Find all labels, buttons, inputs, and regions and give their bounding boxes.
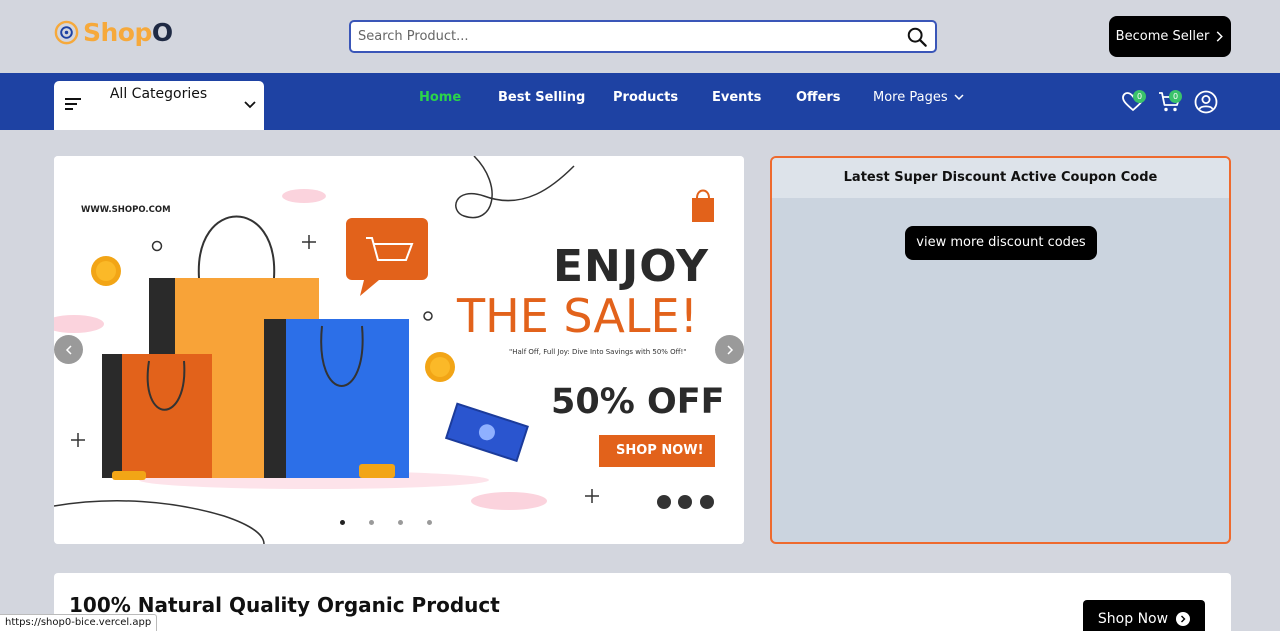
nav-link-products[interactable]: Products <box>613 90 678 105</box>
become-seller-button[interactable]: Become Seller <box>1109 16 1231 57</box>
coupon-panel: Latest Super Discount Active Coupon Code… <box>770 156 1231 544</box>
logo-icon <box>54 20 79 45</box>
slider-prev-button[interactable] <box>54 335 83 364</box>
status-bar-url: https://shop0-bice.vercel.app <box>0 614 158 631</box>
arrow-right-circle-icon <box>1176 612 1191 626</box>
coupon-panel-title: Latest Super Discount Active Coupon Code <box>772 158 1229 198</box>
slider-dot-1[interactable] <box>340 520 345 525</box>
hero-slider[interactable]: WWW.SHOPO.COM ENJOY THE SALE! "Half Off,… <box>54 156 744 544</box>
banner-shop-now-cta[interactable]: SHOP NOW! <box>616 443 704 458</box>
chevron-right-icon <box>1217 31 1224 42</box>
nav-link-home[interactable]: Home <box>419 90 461 105</box>
banner-headline-sale: THE SALE! <box>457 289 699 343</box>
banner-tagline: "Half Off, Full Joy: Dive Into Savings w… <box>509 348 687 356</box>
cart-count-badge: 0 <box>1169 90 1182 103</box>
chevron-left-icon <box>65 344 72 355</box>
nav-link-events[interactable]: Events <box>712 90 761 105</box>
nav-link-offers[interactable]: Offers <box>796 90 841 105</box>
user-profile-icon[interactable] <box>1194 90 1218 114</box>
search-icon[interactable] <box>906 26 928 48</box>
slider-dot-3[interactable] <box>398 520 403 525</box>
slider-dot-2[interactable] <box>369 520 374 525</box>
chevron-down-icon <box>244 101 256 109</box>
categories-dropdown[interactable]: All Categories <box>54 81 264 130</box>
search-bar <box>349 20 937 53</box>
logo[interactable]: ShopO <box>53 18 173 47</box>
slider-dots <box>340 520 432 525</box>
slider-dot-4[interactable] <box>427 520 432 525</box>
chevron-down-icon <box>954 94 964 101</box>
view-discount-codes-button[interactable]: view more discount codes <box>905 226 1097 260</box>
logo-text: ShopO <box>83 18 173 47</box>
chevron-right-icon <box>726 344 733 355</box>
slider-next-button[interactable] <box>715 335 744 364</box>
banner-offer-text: 50% OFF <box>551 382 725 422</box>
shop-now-label: Shop Now <box>1097 611 1169 627</box>
banner-site-text: WWW.SHOPO.COM <box>81 205 171 215</box>
banner-headline-enjoy: ENJOY <box>553 241 709 292</box>
nav-link-more-pages[interactable]: More Pages <box>873 90 964 105</box>
main-navbar: All Categories Home Best Selling Product… <box>0 73 1280 130</box>
more-pages-label: More Pages <box>873 90 948 105</box>
become-seller-label: Become Seller <box>1115 29 1210 44</box>
categories-label: All Categories <box>109 86 208 102</box>
organic-product-section: 100% Natural Quality Organic Product Sho… <box>54 573 1231 631</box>
wishlist-count-badge: 0 <box>1133 90 1146 103</box>
menu-icon <box>65 98 81 110</box>
header: ShopO Become Seller <box>0 0 1280 73</box>
nav-link-best-selling[interactable]: Best Selling <box>498 90 585 105</box>
search-input[interactable] <box>351 22 906 51</box>
shop-now-button[interactable]: Shop Now <box>1083 600 1205 631</box>
